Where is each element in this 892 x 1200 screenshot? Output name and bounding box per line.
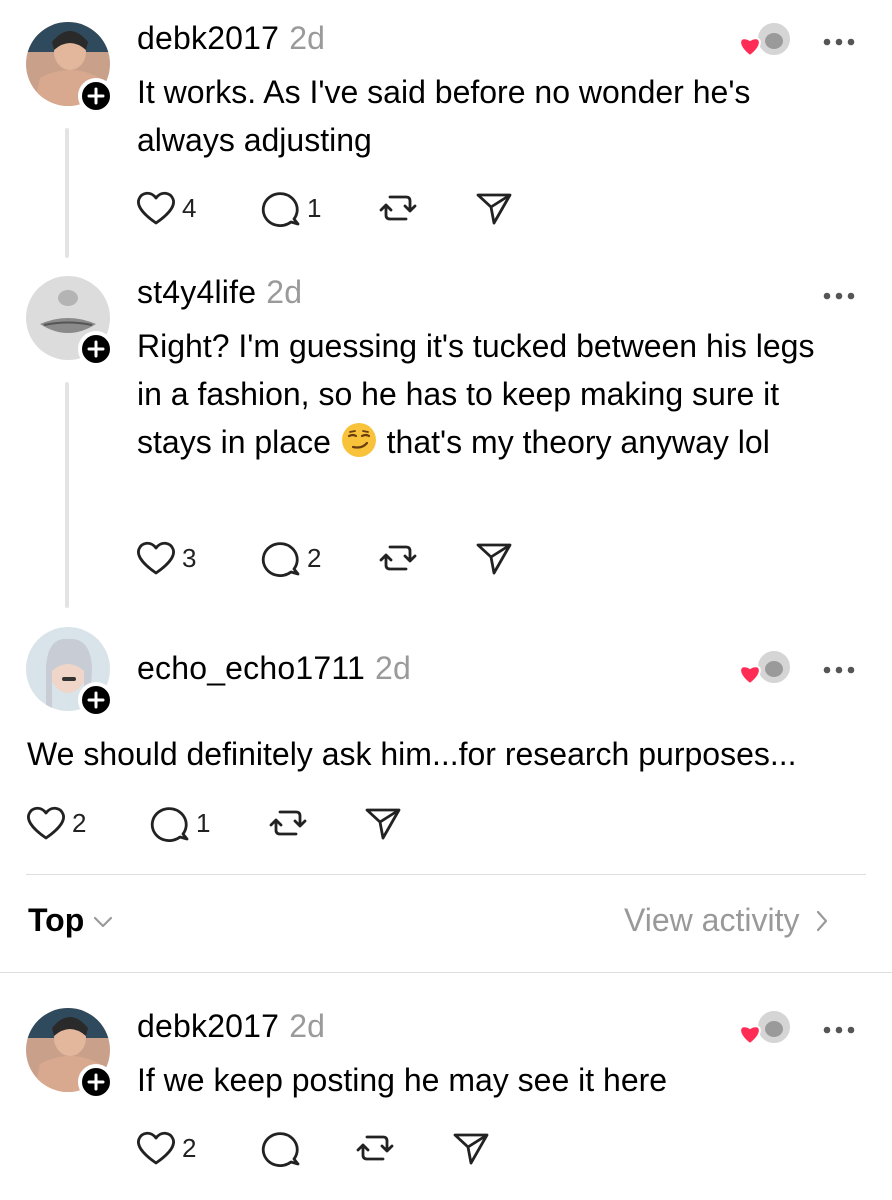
repost-button[interactable] [355, 1128, 395, 1168]
comment-header: echo_echo1711 2d [137, 650, 411, 687]
timestamp: 2d [266, 274, 303, 310]
sort-label: Top [28, 902, 85, 938]
username[interactable]: st4y4life [137, 274, 256, 310]
repost-icon [379, 195, 417, 221]
view-activity-label: View activity [624, 902, 800, 938]
comment-bubble-icon [261, 192, 300, 227]
heart-icon [27, 806, 65, 840]
comment-bubble-icon [261, 1132, 300, 1167]
heart-icon [137, 191, 175, 225]
comment-header: debk2017 2d [137, 1008, 325, 1045]
comment-text: If we keep posting he may see it here [137, 1062, 668, 1098]
username[interactable]: echo_echo1711 [137, 650, 365, 686]
username[interactable]: debk2017 [137, 1008, 279, 1044]
like-count: 2 [182, 1132, 197, 1163]
share-button[interactable] [451, 1128, 491, 1168]
like-button[interactable]: 2 [136, 1128, 196, 1168]
repost-icon [269, 810, 307, 836]
heart-icon [137, 541, 175, 575]
repost-button[interactable] [378, 188, 418, 228]
send-icon [365, 808, 401, 840]
divider [26, 874, 866, 875]
sort-dropdown[interactable]: Top [28, 902, 114, 939]
more-options-icon[interactable] [822, 288, 856, 300]
comment-header: debk2017 2d [137, 20, 325, 57]
more-options-icon[interactable] [822, 34, 856, 46]
like-button[interactable]: 2 [26, 803, 86, 843]
repost-icon [379, 545, 417, 571]
chevron-down-icon [94, 916, 113, 927]
follow-plus-icon[interactable] [78, 682, 114, 718]
follow-plus-icon[interactable] [78, 78, 114, 114]
smirking-face-icon [340, 421, 378, 459]
like-count: 2 [72, 807, 87, 838]
reply-button[interactable]: 1 [150, 803, 210, 843]
repost-icon [356, 1135, 394, 1161]
reply-button[interactable]: 2 [261, 538, 321, 578]
author-liked-icon [736, 1008, 794, 1050]
reply-button[interactable]: 1 [261, 188, 321, 228]
author-liked-icon [736, 20, 794, 62]
thread-line [65, 382, 69, 608]
comment-bubble-icon [261, 542, 300, 577]
thread-line [65, 128, 69, 258]
comment-bubble-icon [150, 807, 189, 842]
like-count: 3 [182, 542, 197, 573]
repost-button[interactable] [378, 538, 418, 578]
author-liked-icon [736, 648, 794, 690]
comment-text: Right? I'm guessing it's tucked between … [137, 322, 827, 466]
follow-plus-icon[interactable] [78, 331, 114, 367]
send-icon [476, 543, 512, 575]
more-options-icon[interactable] [822, 1022, 856, 1034]
reply-count: 1 [307, 192, 322, 223]
reply-count: 1 [196, 807, 211, 838]
send-icon [476, 193, 512, 225]
username[interactable]: debk2017 [137, 20, 279, 56]
comment-text-part: that's my theory anyway lol [386, 424, 770, 460]
timestamp: 2d [289, 1008, 326, 1044]
reply-button[interactable] [261, 1128, 301, 1168]
comment-text: We should definitely ask him...for resea… [27, 736, 797, 772]
more-options-icon[interactable] [822, 662, 856, 674]
follow-plus-icon[interactable] [78, 1064, 114, 1100]
like-count: 4 [182, 192, 197, 223]
share-button[interactable] [363, 803, 403, 843]
like-button[interactable]: 3 [136, 538, 196, 578]
divider [0, 972, 892, 973]
like-button[interactable]: 4 [136, 188, 196, 228]
comment-text: It works. As I've said before no wonder … [137, 74, 751, 158]
send-icon [453, 1133, 489, 1165]
repost-button[interactable] [268, 803, 308, 843]
timestamp: 2d [289, 20, 326, 56]
reply-count: 2 [307, 542, 322, 573]
view-activity-link[interactable]: View activity [624, 902, 829, 939]
chevron-right-icon [817, 910, 828, 931]
share-button[interactable] [474, 538, 514, 578]
heart-icon [137, 1131, 175, 1165]
share-button[interactable] [474, 188, 514, 228]
timestamp: 2d [375, 650, 411, 686]
comment-header: st4y4life 2d [137, 274, 302, 311]
